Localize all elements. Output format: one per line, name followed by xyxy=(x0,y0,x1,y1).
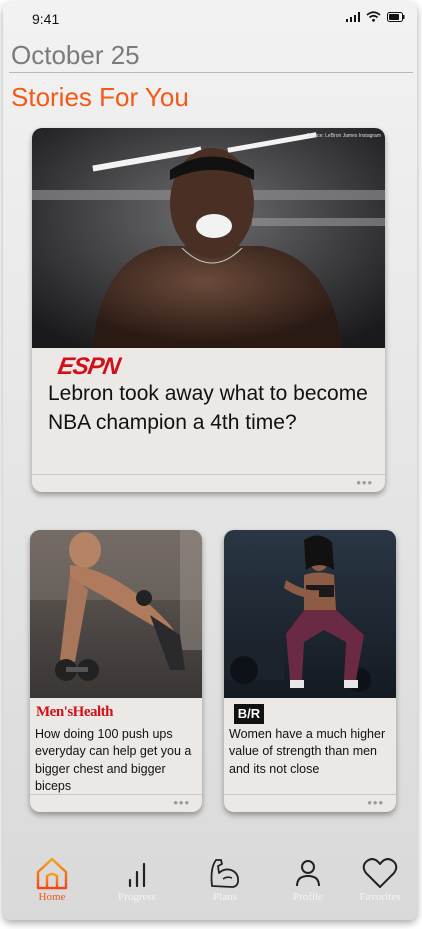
flexed-arm-icon xyxy=(210,859,240,888)
tab-progress[interactable]: Progress xyxy=(102,856,172,903)
story-headline: How doing 100 push ups everyday can help… xyxy=(35,727,192,793)
menshealth-logo: Men'sHealth xyxy=(36,704,114,720)
more-options-button[interactable]: ••• xyxy=(173,795,190,810)
status-icons xyxy=(346,11,405,22)
tab-plans-label: Plans xyxy=(213,891,237,903)
tab-favorites-label: Favorites xyxy=(359,891,401,903)
heart-icon xyxy=(362,858,398,888)
home-icon xyxy=(36,857,68,890)
image-credit: Source: LeBron James Instagram xyxy=(306,133,381,139)
more-options-button[interactable]: ••• xyxy=(356,475,373,490)
featured-story-image: Source: LeBron James Instagram xyxy=(32,128,385,348)
story-image-strength xyxy=(224,530,396,698)
person-icon xyxy=(296,860,320,887)
bar-chart-icon xyxy=(128,862,146,888)
tab-plans[interactable]: Plans xyxy=(190,856,260,903)
tab-profile-label: Profile xyxy=(293,891,323,903)
tab-home-label: Home xyxy=(38,891,66,903)
story-card-strength[interactable]: B/R Women have a much higher value of st… xyxy=(224,530,396,812)
tab-profile[interactable]: Profile xyxy=(273,856,343,903)
story-card-pushups[interactable]: Men'sHealth How doing 100 push ups every… xyxy=(30,530,202,812)
wifi-icon xyxy=(366,11,381,22)
story-headline: Women have a much higher value of streng… xyxy=(229,727,386,776)
tab-progress-label: Progress xyxy=(118,891,156,903)
featured-headline: Lebron took away what to become NBA cham… xyxy=(48,382,368,435)
section-title: Stories For You xyxy=(11,82,189,112)
header-divider xyxy=(9,72,413,73)
tab-favorites[interactable]: Favorites xyxy=(345,856,415,903)
status-bar: 9:41 xyxy=(3,2,417,34)
bleacher-report-logo: B/R xyxy=(234,704,264,724)
featured-story-card[interactable]: Source: LeBron James Instagram ESPN Lebr… xyxy=(32,128,385,492)
more-options-button[interactable]: ••• xyxy=(367,795,384,810)
phone-screen: 9:41 October 25 Stories For You Source: … xyxy=(3,2,417,920)
espn-logo: ESPN xyxy=(55,353,122,380)
story-image-pushups xyxy=(30,530,202,698)
page-date: October 25 xyxy=(11,40,140,70)
card-footer-divider xyxy=(32,474,385,475)
status-time: 9:41 xyxy=(32,11,60,27)
battery-icon xyxy=(387,11,405,22)
cellular-signal-icon xyxy=(346,11,360,22)
bottom-tab-bar: Home Progress Plans Profile Favorites xyxy=(3,850,417,920)
tab-home[interactable]: Home xyxy=(17,856,87,903)
